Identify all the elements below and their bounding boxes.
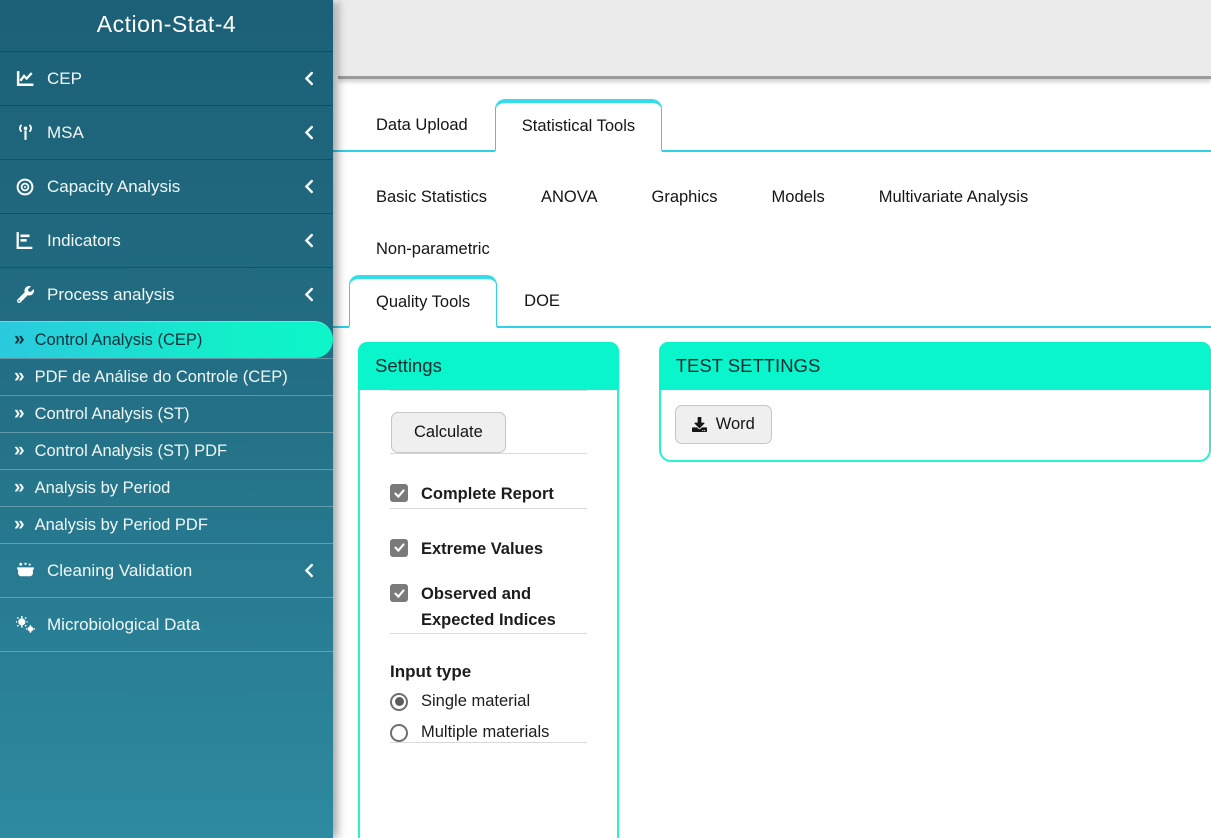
broadcast-tower-icon: [14, 124, 36, 141]
sidebar-item-microbiological-data[interactable]: Microbiological Data: [0, 597, 333, 651]
angles-right-icon: »: [14, 328, 25, 350]
top-header-bar: [338, 0, 1211, 79]
divider: [390, 742, 587, 744]
chevron-left-icon[interactable]: [303, 125, 315, 140]
chevron-left-icon[interactable]: [303, 71, 315, 86]
radio-label[interactable]: Multiple materials: [421, 723, 549, 742]
settings-panel: Settings Calculate Complete Report Extre…: [358, 342, 619, 838]
angles-right-icon: »: [14, 365, 25, 387]
chevron-left-icon[interactable]: [303, 179, 315, 194]
divider: [390, 633, 587, 635]
extreme-values-checkbox[interactable]: [390, 538, 408, 557]
bar-chart-icon: [14, 232, 36, 249]
tab-statistical-tools[interactable]: Statistical Tools: [494, 99, 663, 152]
primary-tabs: Data Upload Statistical Tools: [333, 98, 1211, 152]
submenu-item-label: Analysis by Period PDF: [34, 515, 208, 534]
angles-right-icon: »: [14, 402, 25, 424]
submenu-item-label: Control Analysis (ST) PDF: [34, 441, 228, 460]
tab-basic-statistics[interactable]: Basic Statistics: [349, 170, 514, 222]
process-analysis-submenu: » Control Analysis (CEP) » PDF de Anális…: [0, 321, 333, 543]
submenu-item-label: Analysis by Period: [34, 478, 171, 497]
tab-non-parametric[interactable]: Non-parametric: [349, 222, 517, 274]
main-content: Data Upload Statistical Tools Basic Stat…: [333, 0, 1211, 838]
cleaning-icon: [14, 562, 36, 579]
tab-anova[interactable]: ANOVA: [514, 170, 625, 222]
wrench-icon: [14, 286, 36, 303]
app-window: Action-Stat-4 CEP MSA Capacity Analysis …: [0, 0, 1211, 838]
chevron-left-icon[interactable]: [303, 233, 315, 248]
sidebar-item-indicators[interactable]: Indicators: [0, 213, 333, 267]
checkbox-label[interactable]: Complete Report: [421, 482, 554, 508]
radio-label[interactable]: Single material: [421, 692, 530, 711]
tab-models[interactable]: Models: [745, 170, 852, 222]
panels-area: Settings Calculate Complete Report Extre…: [358, 342, 1211, 838]
chevron-left-icon[interactable]: [303, 563, 315, 578]
complete-report-checkbox[interactable]: [390, 484, 408, 502]
checkbox-row-complete-report: Complete Report: [390, 482, 587, 508]
chevron-left-icon[interactable]: [303, 287, 315, 302]
tab-multivariate-analysis[interactable]: Multivariate Analysis: [852, 170, 1055, 222]
sidebar-item-label: Cleaning Validation: [47, 560, 193, 580]
tab-doe[interactable]: DOE: [497, 274, 587, 326]
angles-right-icon: »: [14, 476, 25, 498]
divider: [390, 390, 587, 391]
submenu-item-analysis-by-period-pdf[interactable]: » Analysis by Period PDF: [0, 506, 333, 543]
sidebar-divider: [0, 651, 333, 652]
radio-row-multiple-materials: Multiple materials: [390, 723, 587, 742]
checkbox-label[interactable]: Extreme Values: [421, 537, 543, 563]
single-material-radio[interactable]: [390, 692, 408, 711]
checkbox-row-extreme-values: Extreme Values: [390, 537, 587, 563]
submenu-item-control-analysis-st-pdf[interactable]: » Control Analysis (ST) PDF: [0, 432, 333, 469]
submenu-item-label: Control Analysis (ST): [34, 404, 190, 423]
submenu-item-label: PDF de Análise do Controle (CEP): [34, 367, 288, 386]
submenu-item-pdf-analise-controle-cep[interactable]: » PDF de Análise do Controle (CEP): [0, 358, 333, 395]
download-icon: [691, 417, 707, 432]
checkbox-row-observed-expected: Observed and Expected Indices: [390, 582, 587, 633]
angles-right-icon: »: [14, 513, 25, 535]
submenu-item-control-analysis-cep[interactable]: » Control Analysis (CEP): [0, 321, 333, 358]
tab-graphics[interactable]: Graphics: [625, 170, 745, 222]
checkbox-label[interactable]: Observed and Expected Indices: [421, 582, 587, 633]
angles-right-icon: »: [14, 439, 25, 461]
multiple-materials-radio[interactable]: [390, 723, 408, 742]
sidebar-item-label: MSA: [47, 122, 84, 142]
sidebar-item-label: Capacity Analysis: [47, 176, 181, 196]
test-settings-panel-body: Word: [661, 390, 1209, 460]
sidebar-item-label: Indicators: [47, 230, 121, 250]
sidebar: Action-Stat-4 CEP MSA Capacity Analysis …: [0, 0, 333, 838]
word-export-button[interactable]: Word: [674, 405, 772, 444]
test-settings-panel: TEST SETTINGS Word: [658, 342, 1211, 462]
app-title: Action-Stat-4: [96, 11, 237, 37]
sidebar-item-label: Microbiological Data: [47, 614, 201, 634]
tab-quality-tools[interactable]: Quality Tools: [349, 275, 498, 328]
submenu-item-analysis-by-period[interactable]: » Analysis by Period: [0, 469, 333, 506]
sidebar-item-capacity-analysis[interactable]: Capacity Analysis: [0, 159, 333, 213]
sidebar-item-cleaning-validation[interactable]: Cleaning Validation: [0, 543, 333, 597]
divider: [390, 453, 587, 454]
sidebar-item-process-analysis[interactable]: Process analysis: [0, 267, 333, 321]
sidebar-item-label: Process analysis: [47, 284, 175, 304]
sidebar-item-cep[interactable]: CEP: [0, 51, 333, 105]
bullseye-icon: [14, 178, 36, 196]
submenu-item-control-analysis-st[interactable]: » Control Analysis (ST): [0, 395, 333, 432]
settings-panel-title: Settings: [358, 342, 619, 390]
viruses-icon: [14, 616, 36, 633]
tab-data-upload[interactable]: Data Upload: [349, 98, 495, 150]
observed-expected-indices-checkbox[interactable]: [390, 584, 408, 603]
sidebar-item-label: CEP: [47, 68, 82, 88]
test-settings-panel-title: TEST SETTINGS: [658, 342, 1211, 390]
word-button-label: Word: [715, 415, 755, 433]
secondary-tabs: Basic Statistics ANOVA Graphics Models M…: [333, 170, 1211, 328]
chart-line-icon: [14, 70, 36, 87]
radio-row-single-material: Single material: [390, 692, 587, 711]
settings-panel-body: Calculate Complete Report Extreme Values…: [360, 390, 617, 744]
calculate-button[interactable]: Calculate: [391, 412, 506, 453]
sidebar-item-msa[interactable]: MSA: [0, 105, 333, 159]
input-type-label: Input type: [390, 662, 472, 682]
divider: [390, 507, 587, 509]
submenu-item-label: Control Analysis (CEP): [34, 330, 203, 349]
